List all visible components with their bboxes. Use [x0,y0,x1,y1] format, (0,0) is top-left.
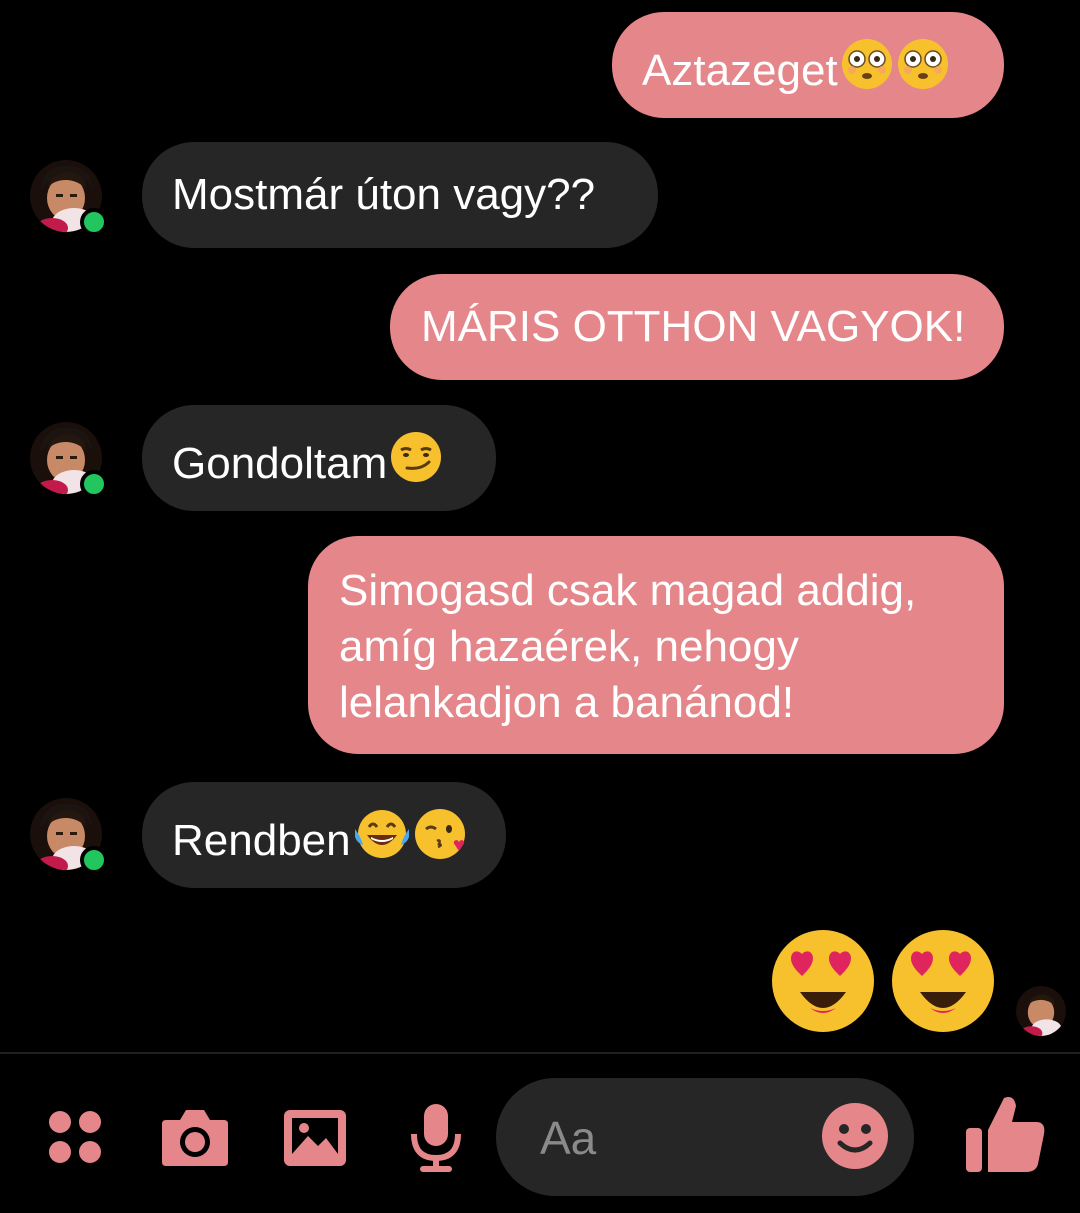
message-text: Rendben [172,816,351,865]
message-input[interactable]: Aa [496,1078,914,1196]
smirking-face-icon [389,430,443,498]
contact-avatar[interactable] [30,160,108,236]
message-line: Simogasd csak magad addig, [339,566,917,615]
message-text: MÁRIS OTTHON VAGYOK! [421,302,966,351]
outgoing-message[interactable]: MÁRIS OTTHON VAGYOK! [390,274,1004,380]
contact-avatar[interactable] [30,798,108,874]
thumbs-up-icon[interactable] [962,1092,1048,1181]
camera-icon[interactable] [160,1106,230,1173]
outgoing-message[interactable]: Aztazeget [612,12,1004,118]
message-text: Aztazeget [642,46,838,95]
online-status-indicator [80,846,108,874]
incoming-message[interactable]: Mostmár úton vagy?? [142,142,658,248]
heart-eyes-icon[interactable] [888,928,998,1039]
gallery-icon[interactable] [282,1108,348,1173]
contact-avatar[interactable] [30,422,108,498]
incoming-message[interactable]: Gondoltam [142,405,496,511]
online-status-indicator [80,208,108,236]
emoji-icon[interactable] [820,1101,890,1176]
message-line: amíg hazaérek, nehogy [339,622,799,671]
flushed-face-icon [840,37,894,105]
incoming-message[interactable]: Rendben [142,782,506,888]
face-blowing-kiss-icon [413,807,469,875]
chat-screen: Aztazeget Mostmár úton vagy?? MÁRIS OTTH… [0,0,1080,1213]
message-line: lelankadjon a banánod! [339,678,795,727]
online-status-indicator [80,470,108,498]
flushed-face-icon [896,37,950,105]
message-text: Mostmár úton vagy?? [172,170,596,219]
seen-receipt-avatar [1016,986,1066,1036]
heart-eyes-icon[interactable] [768,928,878,1039]
microphone-icon[interactable] [408,1102,464,1179]
tears-of-joy-icon [353,807,411,875]
message-composer: Aa [0,1054,1080,1213]
message-input-placeholder: Aa [540,1112,597,1164]
message-text: Gondoltam [172,439,388,488]
apps-icon[interactable] [46,1108,104,1171]
outgoing-message[interactable]: Simogasd csak magad addig, amíg hazaérek… [308,536,1004,754]
